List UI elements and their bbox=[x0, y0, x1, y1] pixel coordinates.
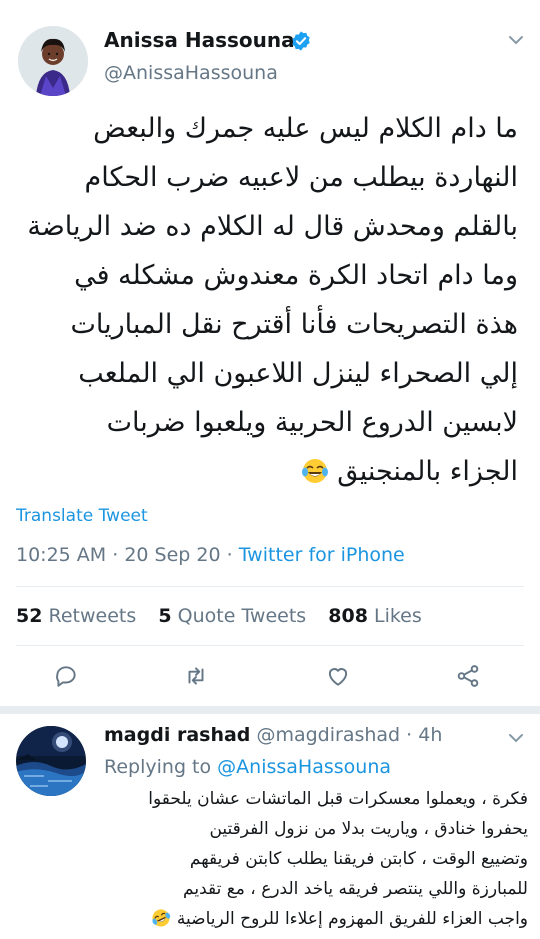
retweet-button[interactable] bbox=[180, 660, 212, 692]
reply-separator: · bbox=[406, 724, 413, 746]
reply-tweet[interactable]: magdi rashad @magdirashad · 4h Replying … bbox=[0, 714, 540, 939]
quote-tweets-label: Quote Tweets bbox=[177, 605, 307, 627]
author-handle[interactable]: @AnissaHassouna bbox=[104, 62, 278, 84]
tweet-line: وما دام اتحاد الكرة معندوش مشكله في bbox=[74, 260, 518, 291]
reply-line: يحفروا خنادق ، وياريت بدلا من نزول الفرق… bbox=[209, 819, 528, 839]
meta-separator: · bbox=[112, 544, 119, 566]
tweet-line: ما دام الكلام ليس عليه جمرك والبعض bbox=[93, 113, 518, 144]
reply-author-name[interactable]: magdi rashad bbox=[104, 724, 250, 746]
author-name[interactable]: Anissa Hassouna bbox=[104, 28, 295, 52]
tweet-line: النهاردة بيطلب من لاعبيه ضرب الحكام bbox=[84, 162, 518, 193]
share-button[interactable] bbox=[452, 660, 484, 692]
tears-of-joy-emoji-icon bbox=[301, 459, 328, 483]
replying-to-label: Replying to bbox=[104, 756, 212, 778]
tweet-line: بالقلم ومحدش قال له الكلام ده ضد الرياضة bbox=[27, 211, 518, 242]
likes-label: Likes bbox=[373, 605, 422, 627]
quote-tweets-stat[interactable]: 5 Quote Tweets bbox=[158, 605, 306, 627]
divider bbox=[16, 586, 524, 587]
reply-line: فكرة ، ويعملوا معسكرات قبل الماتشات عشان… bbox=[148, 789, 528, 809]
meta-separator: · bbox=[226, 544, 233, 566]
quote-tweets-count: 5 bbox=[158, 605, 172, 627]
retweets-stat[interactable]: 52 Retweets bbox=[16, 605, 136, 627]
reply-icon bbox=[56, 666, 76, 687]
replying-to: Replying to @AnissaHassouna bbox=[104, 756, 391, 778]
reply-age: 4h bbox=[418, 724, 443, 746]
tweet-line: إلي الصحراء لينزل اللاعبون الي الملعب bbox=[78, 358, 518, 389]
translate-tweet-link[interactable]: Translate Tweet bbox=[16, 506, 148, 526]
divider bbox=[16, 645, 524, 646]
reply-author-handle[interactable]: @magdirashad bbox=[256, 724, 400, 746]
replying-to-mention[interactable]: @AnissaHassouna bbox=[217, 756, 391, 778]
tweet-text: ما دام الكلام ليس عليه جمرك والبعض النها… bbox=[18, 104, 518, 496]
verified-badge-icon bbox=[292, 31, 310, 51]
reply-line: للمبارزة واللي ينتصر فريقه ياخد الدرع ، … bbox=[183, 879, 528, 899]
rolling-laughing-emoji-icon bbox=[152, 909, 171, 927]
tweet-source-link[interactable]: Twitter for iPhone bbox=[239, 544, 405, 566]
reply-header: magdi rashad @magdirashad · 4h bbox=[104, 724, 442, 746]
author-avatar[interactable] bbox=[18, 26, 88, 96]
tweet-line-last: الجزاء بالمنجنيق bbox=[18, 447, 518, 496]
tweet-stats: 52 Retweets 5 Quote Tweets 808 Likes bbox=[16, 605, 422, 627]
tweet-meta: 10:25 AM · 20 Sep 20 · Twitter for iPhon… bbox=[16, 544, 405, 566]
retweets-label: Retweets bbox=[48, 605, 137, 627]
tweet-line-text: الجزاء بالمنجنيق bbox=[337, 456, 518, 487]
share-icon bbox=[457, 665, 479, 687]
tweet-line: هذة التصريحات فأنا أقترح نقل المباريات bbox=[70, 309, 518, 340]
reply-line-last: واجب العزاء للفريق المهزوم إعلاءا للروح … bbox=[100, 904, 528, 934]
like-icon bbox=[328, 668, 348, 686]
like-button[interactable] bbox=[322, 660, 354, 692]
reply-text: فكرة ، ويعملوا معسكرات قبل الماتشات عشان… bbox=[100, 784, 528, 934]
likes-stat[interactable]: 808 Likes bbox=[328, 605, 422, 627]
reply-button[interactable] bbox=[50, 660, 82, 692]
tweet-date: 20 Sep 20 bbox=[124, 544, 221, 566]
tweet-time: 10:25 AM bbox=[16, 544, 107, 566]
reply-line: وتضييع الوقت ، كابتن فريقنا يطلب كابتن ف… bbox=[189, 849, 528, 869]
section-separator bbox=[0, 706, 540, 714]
tweet-line: لابسين الدروع الحربية ويلعبوا ضربات bbox=[106, 407, 518, 438]
chevron-down-icon[interactable] bbox=[506, 30, 526, 50]
retweet-icon bbox=[188, 667, 204, 685]
tweet-actions bbox=[0, 660, 540, 700]
likes-count: 808 bbox=[328, 605, 368, 627]
chevron-down-icon[interactable] bbox=[506, 728, 526, 748]
reply-author-avatar[interactable] bbox=[16, 726, 86, 796]
retweets-count: 52 bbox=[16, 605, 43, 627]
reply-line-text: واجب العزاء للفريق المهزوم إعلاءا للروح … bbox=[176, 909, 528, 929]
